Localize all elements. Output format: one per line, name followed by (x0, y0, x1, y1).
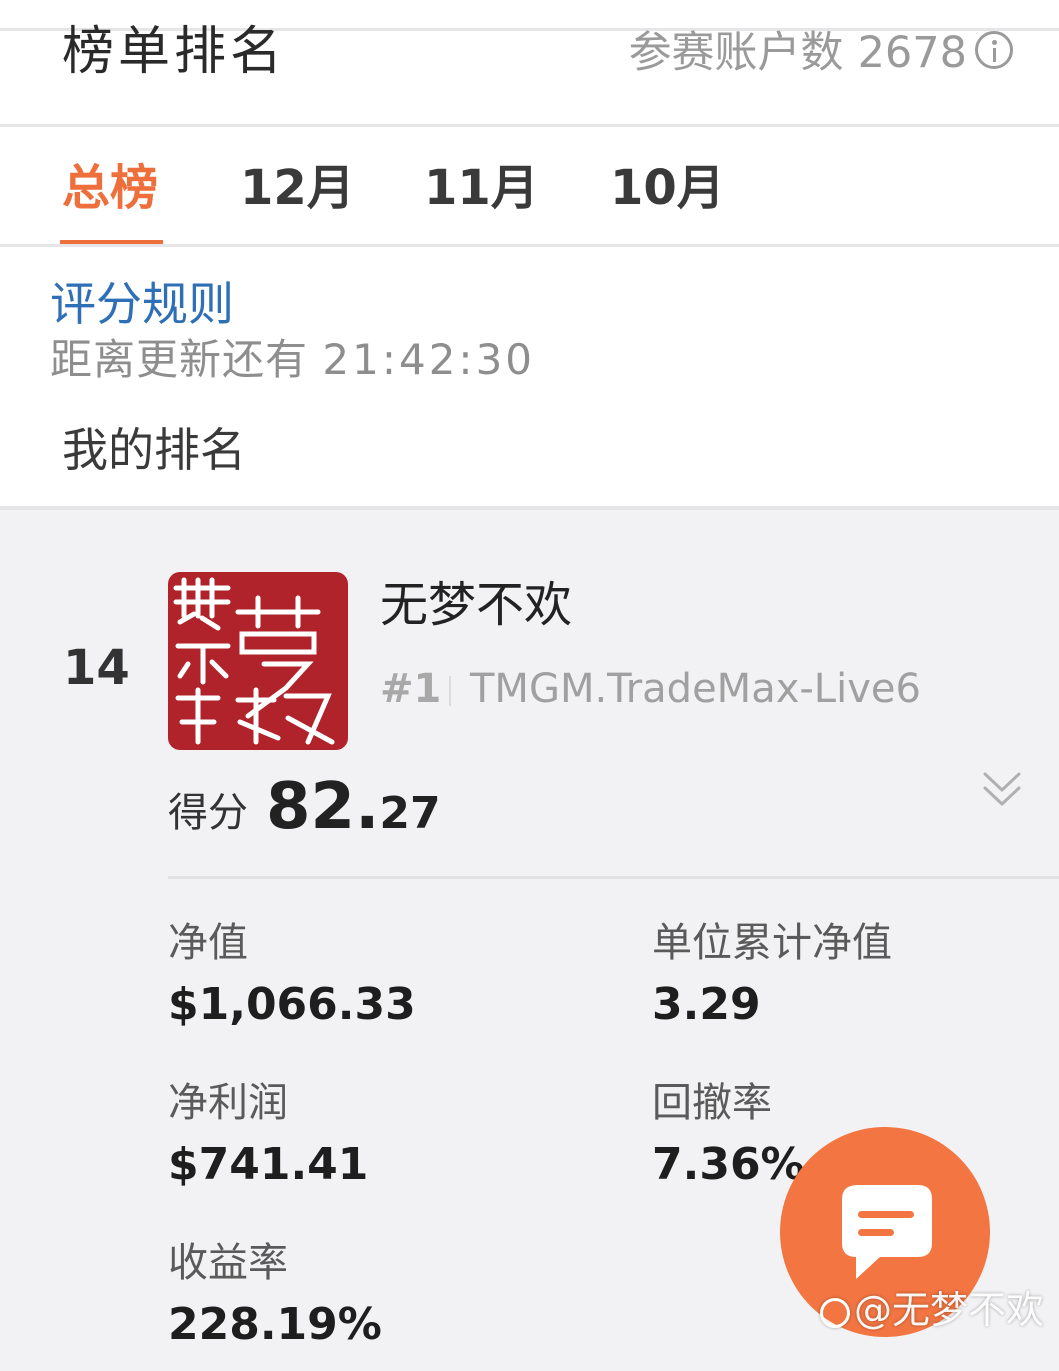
net-value-label: 净值 (168, 920, 248, 966)
score-label: 得分 (168, 790, 248, 836)
section-divider (0, 506, 1059, 510)
unit-net-value: 3.29 (652, 979, 761, 1030)
tabs-divider (0, 244, 1059, 247)
update-countdown: 距离更新还有 21:42:30 (50, 334, 535, 386)
account-name: TMGM.TradeMax-Live6 (470, 666, 921, 712)
platform-logo-icon (820, 1297, 850, 1328)
participants-label: 参赛账户数 (628, 28, 844, 78)
score-value: 82.27 (266, 772, 441, 858)
net-profit-value: $741.41 (168, 1139, 369, 1190)
info-icon[interactable] (975, 31, 1013, 69)
participants-count: 参赛账户数 2678 (629, 28, 967, 78)
tab-december[interactable]: 12月 (240, 160, 355, 216)
return-rate-label: 收益率 (168, 1240, 288, 1286)
countdown-timer: 21:42:30 (322, 335, 536, 384)
header-divider (0, 124, 1059, 127)
rank-position: 14 (63, 640, 130, 696)
scoring-rules-link[interactable]: 评分规则 (50, 276, 234, 332)
score-integer: 82. (266, 770, 380, 844)
page-title: 榜单排名 (62, 22, 287, 82)
watermark-text: @无梦不欢 (854, 1288, 1045, 1332)
user-name: 无梦不欢 (380, 577, 573, 633)
net-value: $1,066.33 (168, 979, 416, 1030)
tab-overall[interactable]: 总榜 (62, 160, 158, 216)
avatar-seal-image (173, 577, 335, 745)
score-divider (168, 876, 1059, 879)
watermark: @无梦不欢 (820, 1288, 1044, 1332)
net-profit-label: 净利润 (168, 1080, 288, 1126)
my-rank-heading: 我的排名 (62, 423, 246, 477)
separator (449, 676, 451, 706)
score-decimal: 27 (379, 788, 441, 839)
unit-net-value-label: 单位累计净值 (652, 920, 892, 966)
avatar[interactable] (168, 572, 348, 750)
return-rate-value: 228.19% (168, 1299, 382, 1350)
participants-number: 2678 (857, 28, 967, 78)
tab-november[interactable]: 11月 (424, 160, 539, 216)
account-rank: #1 (380, 666, 442, 712)
tab-october[interactable]: 10月 (610, 160, 725, 216)
drawdown-label: 回撤率 (652, 1080, 772, 1126)
chevron-down-icon[interactable] (982, 766, 1022, 814)
update-label: 距离更新还有 (50, 335, 309, 384)
